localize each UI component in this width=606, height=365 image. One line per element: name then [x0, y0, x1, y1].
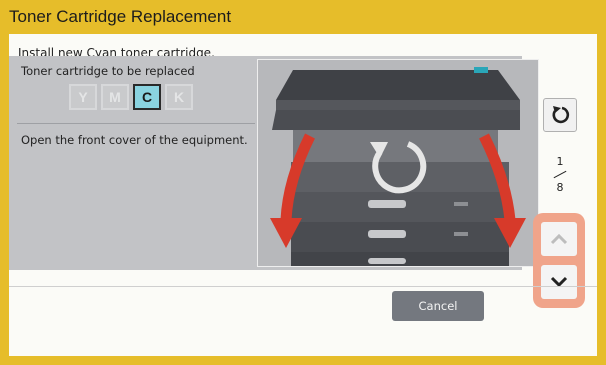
page-title: Toner Cartridge Replacement	[9, 7, 232, 26]
title-bar: Toner Cartridge Replacement	[0, 0, 606, 34]
cartridge-k: K	[165, 84, 193, 110]
previous-step-button[interactable]	[541, 222, 577, 256]
replacement-panel: Toner cartridge to be replaced Y M C K O…	[9, 56, 539, 270]
cartridge-y: Y	[69, 84, 97, 110]
printer-illustration	[270, 67, 526, 266]
restart-button[interactable]	[543, 98, 577, 132]
step-instruction: Open the front cover of the equipment.	[21, 133, 248, 147]
chevron-up-icon	[550, 233, 568, 245]
step-counter: 1 8	[546, 155, 574, 195]
counter-separator	[553, 170, 567, 179]
current-step: 1	[556, 155, 564, 168]
restart-icon	[552, 106, 570, 124]
step-illustration	[257, 59, 539, 267]
cartridge-c: C	[133, 84, 161, 110]
total-steps: 8	[556, 181, 564, 194]
next-step-button[interactable]	[541, 265, 577, 299]
cancel-button[interactable]: Cancel	[392, 291, 484, 321]
step-navigation	[533, 213, 585, 308]
cartridge-m: M	[101, 84, 129, 110]
panel-divider	[17, 123, 255, 124]
cartridge-label: Toner cartridge to be replaced	[21, 64, 195, 78]
footer-divider	[9, 286, 597, 287]
